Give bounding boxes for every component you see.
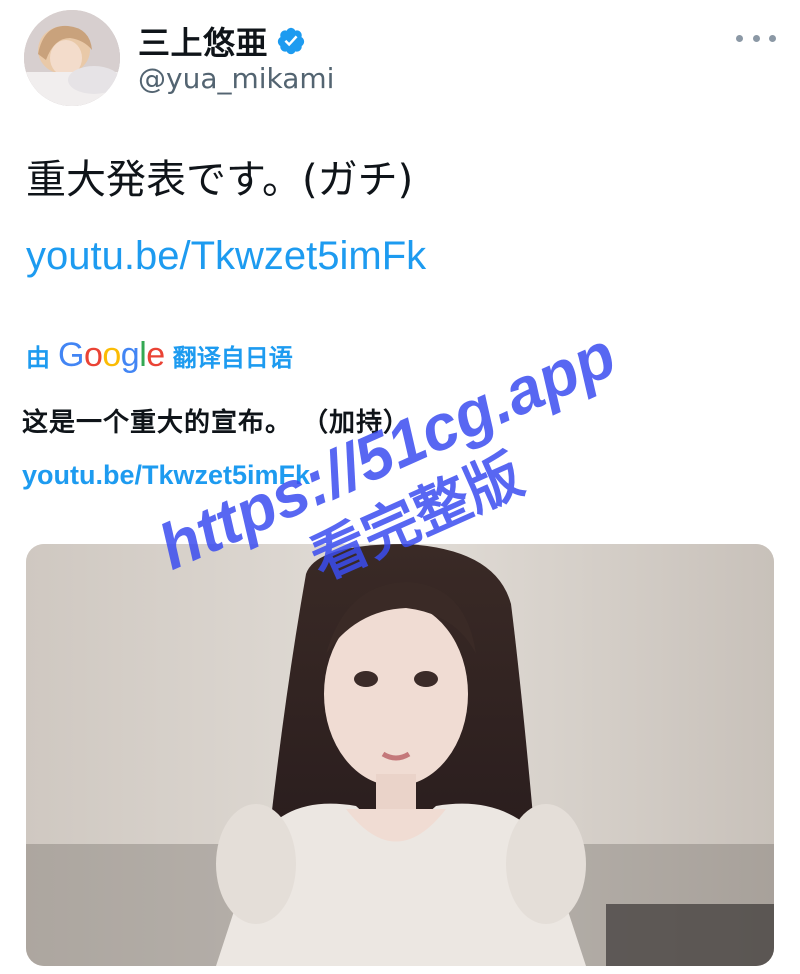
display-name[interactable]: 三上悠亜 — [138, 18, 268, 64]
more-options-button[interactable] — [736, 28, 776, 48]
tweet-text: 重大発表です。(ガチ) — [26, 157, 414, 203]
translated-text: 这是一个重大的宣布。 （加持） — [22, 408, 411, 438]
tweet-link[interactable]: youtu.be/Tkwzet5imFk — [26, 228, 426, 284]
translation-prefix: 由 — [26, 344, 50, 372]
more-dot-icon — [736, 34, 743, 42]
avatar[interactable] — [24, 10, 120, 106]
more-dot-icon — [769, 34, 776, 42]
more-dot-icon — [752, 34, 760, 42]
google-logo-icon: Google — [58, 336, 165, 374]
tweet-media-image[interactable] — [26, 544, 774, 966]
translated-link[interactable]: youtu.be/Tkwzet5imFk — [22, 460, 310, 491]
photo-woman-portrait — [26, 544, 774, 966]
avatar-image — [24, 10, 120, 106]
verified-badge-icon — [277, 27, 305, 55]
translation-suffix[interactable]: 翻译自日语 — [173, 338, 293, 373]
tweet-header: 三上悠亜 @yua_mikami — [24, 10, 784, 110]
translation-attribution: 由 Google 翻译自日语 — [26, 336, 293, 375]
user-handle[interactable]: @yua_mikami — [138, 62, 334, 95]
